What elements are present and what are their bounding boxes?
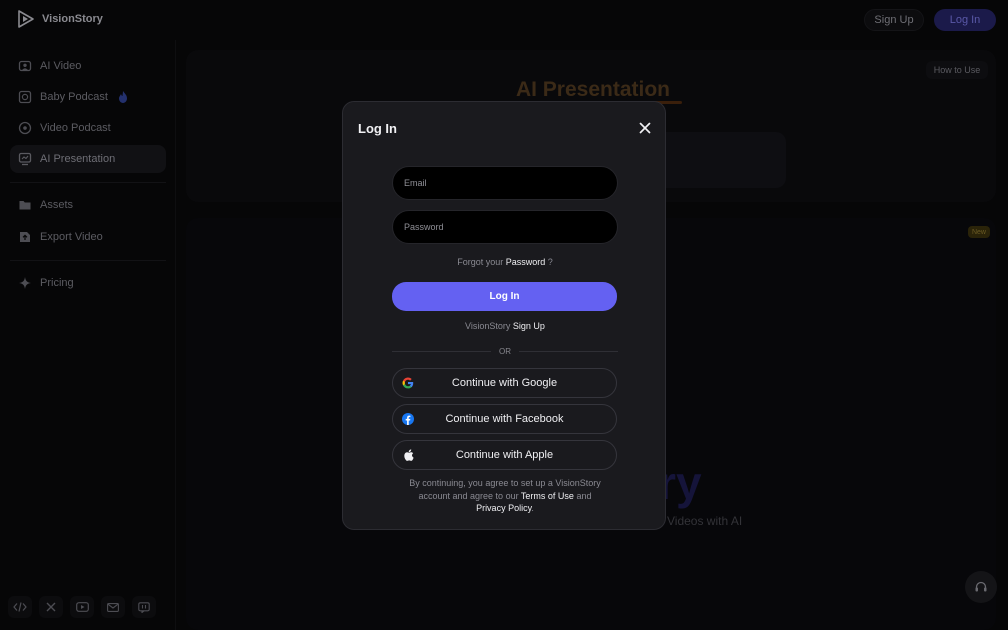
divider-line (519, 350, 618, 352)
sidebar-item-label: AI Presentation (40, 153, 116, 165)
sidebar-item-label: Baby Podcast (40, 91, 108, 103)
logo[interactable]: VisionStory (16, 9, 103, 29)
apple-label: Continue with Apple (455, 449, 554, 461)
facebook-login-button[interactable]: Continue with Facebook (392, 404, 617, 434)
podcast-icon (18, 121, 32, 135)
new-badge: New (968, 226, 990, 238)
mail-link[interactable] (101, 596, 125, 618)
headset-icon (975, 581, 987, 592)
signup-row: VisionStory Sign Up (343, 321, 667, 331)
google-icon (402, 377, 414, 389)
or-text: OR (499, 346, 511, 356)
youtube-link[interactable] (70, 596, 94, 618)
forgot-prefix: Forgot your (457, 257, 504, 267)
sidebar-divider (10, 260, 166, 261)
terms-link[interactable]: Terms of Use (521, 491, 574, 501)
sidebar-item-ai-video[interactable]: AI Video (10, 52, 166, 80)
ai-video-icon (18, 60, 32, 72)
social-links (8, 596, 156, 618)
logo-text: VisionStory (42, 13, 103, 25)
sidebar-item-label: Pricing (40, 277, 74, 289)
discord-link[interactable] (132, 596, 156, 618)
sidebar-item-pricing[interactable]: Pricing (10, 269, 166, 297)
folder-icon (19, 201, 31, 210)
apple-icon (402, 449, 414, 461)
signup-link[interactable]: Sign Up (513, 321, 545, 331)
mail-icon (107, 602, 119, 612)
facebook-icon (402, 413, 414, 425)
sidebar-item-label: Video Podcast (40, 122, 111, 134)
baby-icon (18, 90, 32, 104)
email-field[interactable] (392, 166, 618, 200)
sidebar: AI Video Baby Podcast Video Podcast AI P… (0, 40, 176, 630)
forgot-suffix: ? (547, 257, 553, 267)
export-icon (20, 232, 30, 242)
legal-text: By continuing, you agree to set up a Vis… (409, 477, 601, 515)
divider-line (392, 350, 491, 352)
sidebar-item-label: Assets (40, 199, 74, 211)
hero-subtitle: Videos with AI (667, 514, 743, 528)
sidebar-item-label: Export Video (40, 231, 103, 243)
privacy-link[interactable]: Privacy Policy (476, 503, 531, 513)
google-label: Continue with Google (451, 377, 558, 389)
sidebar-item-baby-podcast[interactable]: Baby Podcast (10, 83, 166, 111)
signup-button[interactable]: Sign Up (864, 9, 924, 31)
sparkle-icon (19, 277, 31, 289)
facebook-label: Continue with Facebook (445, 413, 564, 425)
section-title: AI Presentation (515, 78, 671, 101)
visionstory-logo-icon (18, 10, 34, 28)
discord-icon (138, 601, 150, 613)
code-link[interactable] (8, 596, 32, 618)
login-button[interactable]: Log In (392, 282, 617, 311)
sidebar-item-export-video[interactable]: Export Video (10, 223, 166, 251)
close-icon (639, 122, 651, 134)
flame-icon (118, 91, 127, 103)
support-button[interactable] (965, 571, 997, 603)
legal-and: and (576, 490, 592, 501)
code-icon (13, 602, 27, 612)
modal-title: Log In (358, 121, 397, 136)
forgot-password-row: Forgot your Password ? (343, 257, 667, 267)
x-link[interactable] (39, 596, 63, 618)
sidebar-item-ai-presentation[interactable]: AI Presentation (10, 145, 166, 173)
x-icon (46, 602, 56, 612)
google-login-button[interactable]: Continue with Google (392, 368, 617, 398)
sidebar-divider (10, 182, 166, 183)
close-button[interactable] (636, 119, 654, 137)
or-divider: OR (392, 345, 618, 357)
how-to-use-button[interactable]: How to Use (926, 61, 988, 79)
legal-end: . (531, 503, 534, 513)
app-root: VisionStory Sign Up Log In AI Video Baby… (0, 0, 1008, 630)
top-bar: VisionStory Sign Up Log In (0, 0, 1008, 40)
sidebar-item-label: AI Video (40, 60, 82, 72)
login-button-top[interactable]: Log In (934, 9, 996, 31)
youtube-icon (75, 602, 89, 612)
sidebar-item-video-podcast[interactable]: Video Podcast (10, 114, 166, 142)
presentation-icon (18, 152, 32, 166)
signup-prefix: VisionStory (465, 321, 511, 331)
login-modal: Log In Forgot your Password ? Log In Vis… (342, 101, 666, 530)
forgot-password-link[interactable]: Password (506, 257, 546, 267)
sidebar-item-assets[interactable]: Assets (10, 191, 166, 219)
apple-login-button[interactable]: Continue with Apple (392, 440, 617, 470)
password-field[interactable] (392, 210, 618, 244)
